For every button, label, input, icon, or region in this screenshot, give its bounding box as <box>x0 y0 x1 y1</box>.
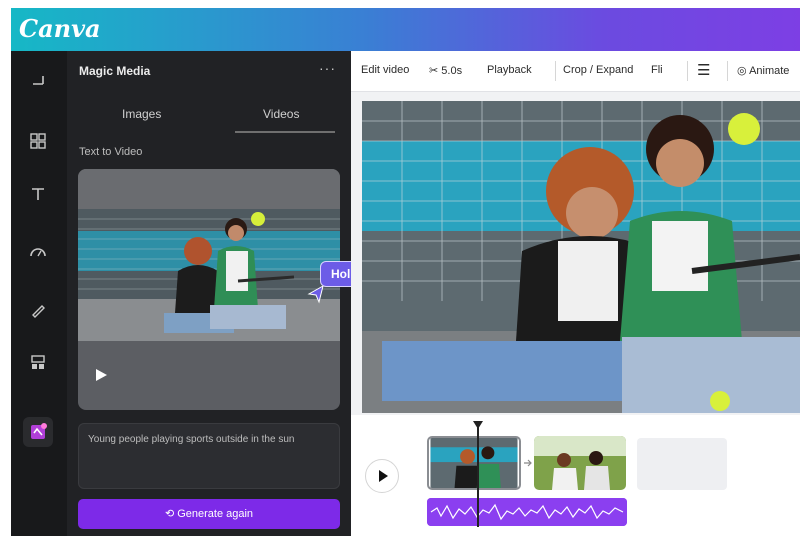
duration-label: 5.0s <box>441 65 463 77</box>
cursor-pointer-icon <box>307 284 324 304</box>
timeline-play-button[interactable] <box>365 459 399 493</box>
section-label: Text to Video <box>79 146 143 158</box>
magic-media-icon[interactable] <box>23 417 53 447</box>
duration-button[interactable]: ✂ 5.0s <box>429 64 462 77</box>
scissors-icon: ✂ <box>429 65 442 77</box>
regenerate-icon: ⟲ <box>164 508 178 520</box>
crop-expand-button[interactable]: Crop / Expand <box>563 64 633 76</box>
playhead[interactable] <box>477 427 479 527</box>
generate-again-label: Generate again <box>177 508 254 520</box>
prompt-input[interactable]: Young people playing sports outside in t… <box>78 423 340 489</box>
editor-toolbar: Edit video ✂ 5.0s Playback Crop / Expand… <box>351 51 800 92</box>
edit-video-button[interactable]: Edit video <box>361 64 409 76</box>
menu-icon[interactable]: ☰ <box>697 61 710 79</box>
prompt-text: Young people playing sports outside in t… <box>88 434 295 445</box>
playback-button[interactable]: Playback <box>487 64 532 76</box>
upload-icon[interactable] <box>27 68 49 90</box>
side-rail <box>11 51 67 536</box>
grid-icon[interactable] <box>27 130 49 152</box>
draw-icon[interactable] <box>27 299 49 321</box>
transition-icon[interactable] <box>523 459 532 467</box>
animate-label: Animate <box>749 65 790 77</box>
projects-icon[interactable] <box>27 351 49 373</box>
toolbar-divider <box>727 61 728 81</box>
video-clip[interactable] <box>534 436 626 490</box>
top-bar: Canva <box>11 8 800 51</box>
text-icon[interactable] <box>27 183 49 205</box>
active-tab-indicator <box>235 131 335 133</box>
audio-track[interactable] <box>427 498 627 526</box>
video-clip[interactable] <box>427 436 521 490</box>
play-icon <box>379 470 388 482</box>
app-window: Canva Magic Media ··· Images Videos Text… <box>11 8 800 536</box>
canva-logo[interactable]: Canva <box>19 14 101 43</box>
preview-thumbnail <box>78 209 340 341</box>
animate-button[interactable]: ◎ Animate <box>737 64 789 77</box>
tab-images[interactable]: Images <box>122 107 161 121</box>
tab-videos[interactable]: Videos <box>263 107 299 121</box>
generate-again-button[interactable]: ⟲ Generate again <box>78 499 340 529</box>
video-canvas[interactable] <box>362 101 800 413</box>
play-icon[interactable] <box>92 366 110 384</box>
toolbar-divider <box>555 61 556 81</box>
animate-icon: ◎ <box>737 65 750 77</box>
editor-area: Edit video ✂ 5.0s Playback Crop / Expand… <box>351 51 800 536</box>
gauge-icon[interactable] <box>27 241 49 263</box>
card-header <box>78 169 340 209</box>
empty-clip-slot[interactable] <box>637 438 727 490</box>
video-preview-card[interactable] <box>78 169 340 410</box>
panel-title: Magic Media <box>79 64 151 78</box>
more-options-icon[interactable]: ··· <box>319 60 336 76</box>
flip-button[interactable]: Fli <box>651 64 663 76</box>
toolbar-divider <box>687 61 688 81</box>
timeline <box>351 415 800 536</box>
